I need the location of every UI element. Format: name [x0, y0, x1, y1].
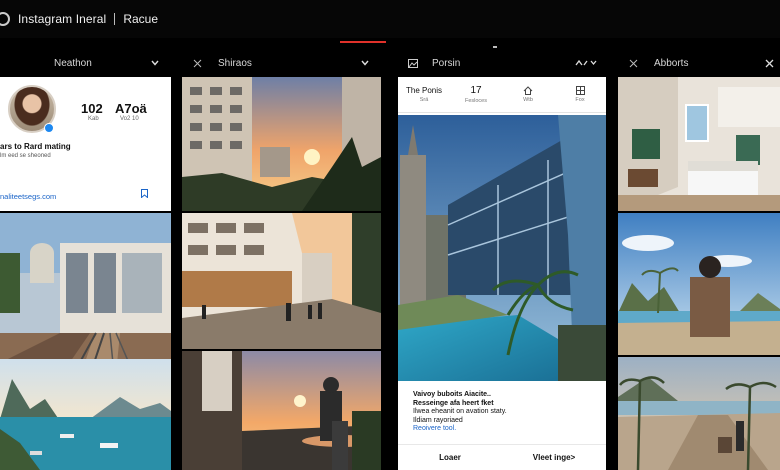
- app-section-title: Racue: [123, 12, 158, 26]
- posts-count: 102: [81, 101, 103, 116]
- post-actions: Loaer Vleet inge>: [398, 444, 606, 470]
- shrink-icon[interactable]: [192, 58, 202, 68]
- promenade-photo: [618, 357, 780, 470]
- tab-1-title: 17: [470, 85, 482, 96]
- tab-1-sub: Fesloces: [464, 98, 487, 104]
- column-3-title: Porsin: [432, 57, 461, 69]
- column-4-title: Abborts: [654, 57, 689, 69]
- tab-2-sub: Wtb: [523, 97, 533, 103]
- drag-handle[interactable]: [493, 46, 497, 48]
- home-icon: [523, 86, 533, 95]
- profile-card[interactable]: 102 Kab A7oä Vo2 10 ars to Rard mating l…: [0, 77, 171, 211]
- post-caption: Vaivoy buboits Aiacite.. Resseinge afa h…: [413, 391, 507, 434]
- tab-0-title: The Ponis: [405, 86, 443, 95]
- grid-icon: [575, 86, 585, 95]
- column-1: 102 Kab A7oä Vo2 10 ars to Rard mating l…: [0, 77, 171, 470]
- bedroom-photo: [618, 77, 780, 211]
- column-4: [618, 77, 780, 470]
- tab-0-sub: Srä: [419, 97, 429, 103]
- post-image[interactable]: [398, 115, 606, 381]
- chevron-down-icon[interactable]: [360, 58, 370, 68]
- title-separator: [114, 13, 116, 25]
- bookmark-icon[interactable]: [141, 189, 148, 198]
- column-header-3[interactable]: Porsin: [398, 50, 606, 76]
- shrink-icon[interactable]: [628, 58, 638, 68]
- caption-line-0: Vaivoy buboits Aiacite..: [413, 391, 491, 398]
- caption-line-2: Ilwea eheanit on avation staty.: [413, 408, 507, 415]
- followers-label: Vo2 10: [120, 116, 139, 122]
- sunset-buildings-photo: [182, 77, 381, 211]
- chevron-down-icon[interactable]: [150, 58, 160, 68]
- tab-3[interactable]: Fox: [554, 77, 606, 112]
- photo-tile-balcony[interactable]: [182, 351, 381, 470]
- verified-badge-icon: [44, 123, 54, 133]
- close-icon[interactable]: [764, 58, 774, 68]
- column-header-2[interactable]: Shiraos: [182, 50, 380, 76]
- image-icon[interactable]: [408, 58, 418, 68]
- photo-tile-bedroom[interactable]: [618, 77, 780, 211]
- profile-bio-line: lm eed se sheoned: [0, 153, 51, 159]
- coast-man-photo: [618, 213, 780, 355]
- caption-line-4[interactable]: Reoivere tool.: [413, 425, 507, 434]
- tab-1[interactable]: 17 Fesloces: [450, 77, 502, 112]
- tab-2[interactable]: Wtb: [502, 77, 554, 112]
- column-header-1[interactable]: Neathon: [0, 50, 170, 76]
- view-images-button[interactable]: Vleet inge>: [502, 445, 606, 470]
- street-photo: [182, 213, 381, 349]
- profile-website-link[interactable]: naliteetsegs.com: [0, 192, 56, 201]
- column-2-title: Shiraos: [218, 57, 252, 69]
- photo-tile-promenade[interactable]: [618, 357, 780, 470]
- followers-count: A7oä: [115, 101, 147, 116]
- post-tabs: The Ponis Srä 17 Fesloces Wtb Fox: [398, 77, 606, 113]
- window-title-bar: Instagram Ineral Racue: [0, 0, 780, 38]
- photo-tile-sunset-buildings[interactable]: [182, 77, 381, 211]
- balcony-photo: [182, 351, 381, 470]
- column-3: The Ponis Srä 17 Fesloces Wtb Fox Vaivoy…: [398, 77, 606, 470]
- photo-tile-street[interactable]: [182, 213, 381, 349]
- app-title: Instagram Ineral: [18, 12, 107, 26]
- instagram-logo-icon: [0, 12, 10, 26]
- profile-bio-name: ars to Rard mating: [0, 142, 71, 151]
- active-progress-indicator: [340, 41, 386, 43]
- tab-0[interactable]: The Ponis Srä: [398, 77, 450, 112]
- photo-tile-coast-man[interactable]: [618, 213, 780, 355]
- caption-line-3: Ildiam rayoriaed: [413, 416, 463, 424]
- photo-tile-bay[interactable]: [0, 359, 171, 470]
- caption-line-1: Resseinge afa heert fket: [413, 399, 494, 407]
- tab-3-sub: Fox: [575, 97, 585, 103]
- view-options-icon[interactable]: [574, 58, 598, 68]
- column-header-4[interactable]: Abborts: [618, 50, 780, 76]
- posts-label: Kab: [88, 116, 99, 122]
- post-card: The Ponis Srä 17 Fesloces Wtb Fox Vaivoy…: [398, 77, 606, 470]
- load-button[interactable]: Loaer: [398, 445, 502, 470]
- bay-photo: [0, 359, 171, 470]
- column-1-title: Neathon: [54, 57, 92, 69]
- column-2: [182, 77, 381, 470]
- architecture-photo: [398, 115, 606, 381]
